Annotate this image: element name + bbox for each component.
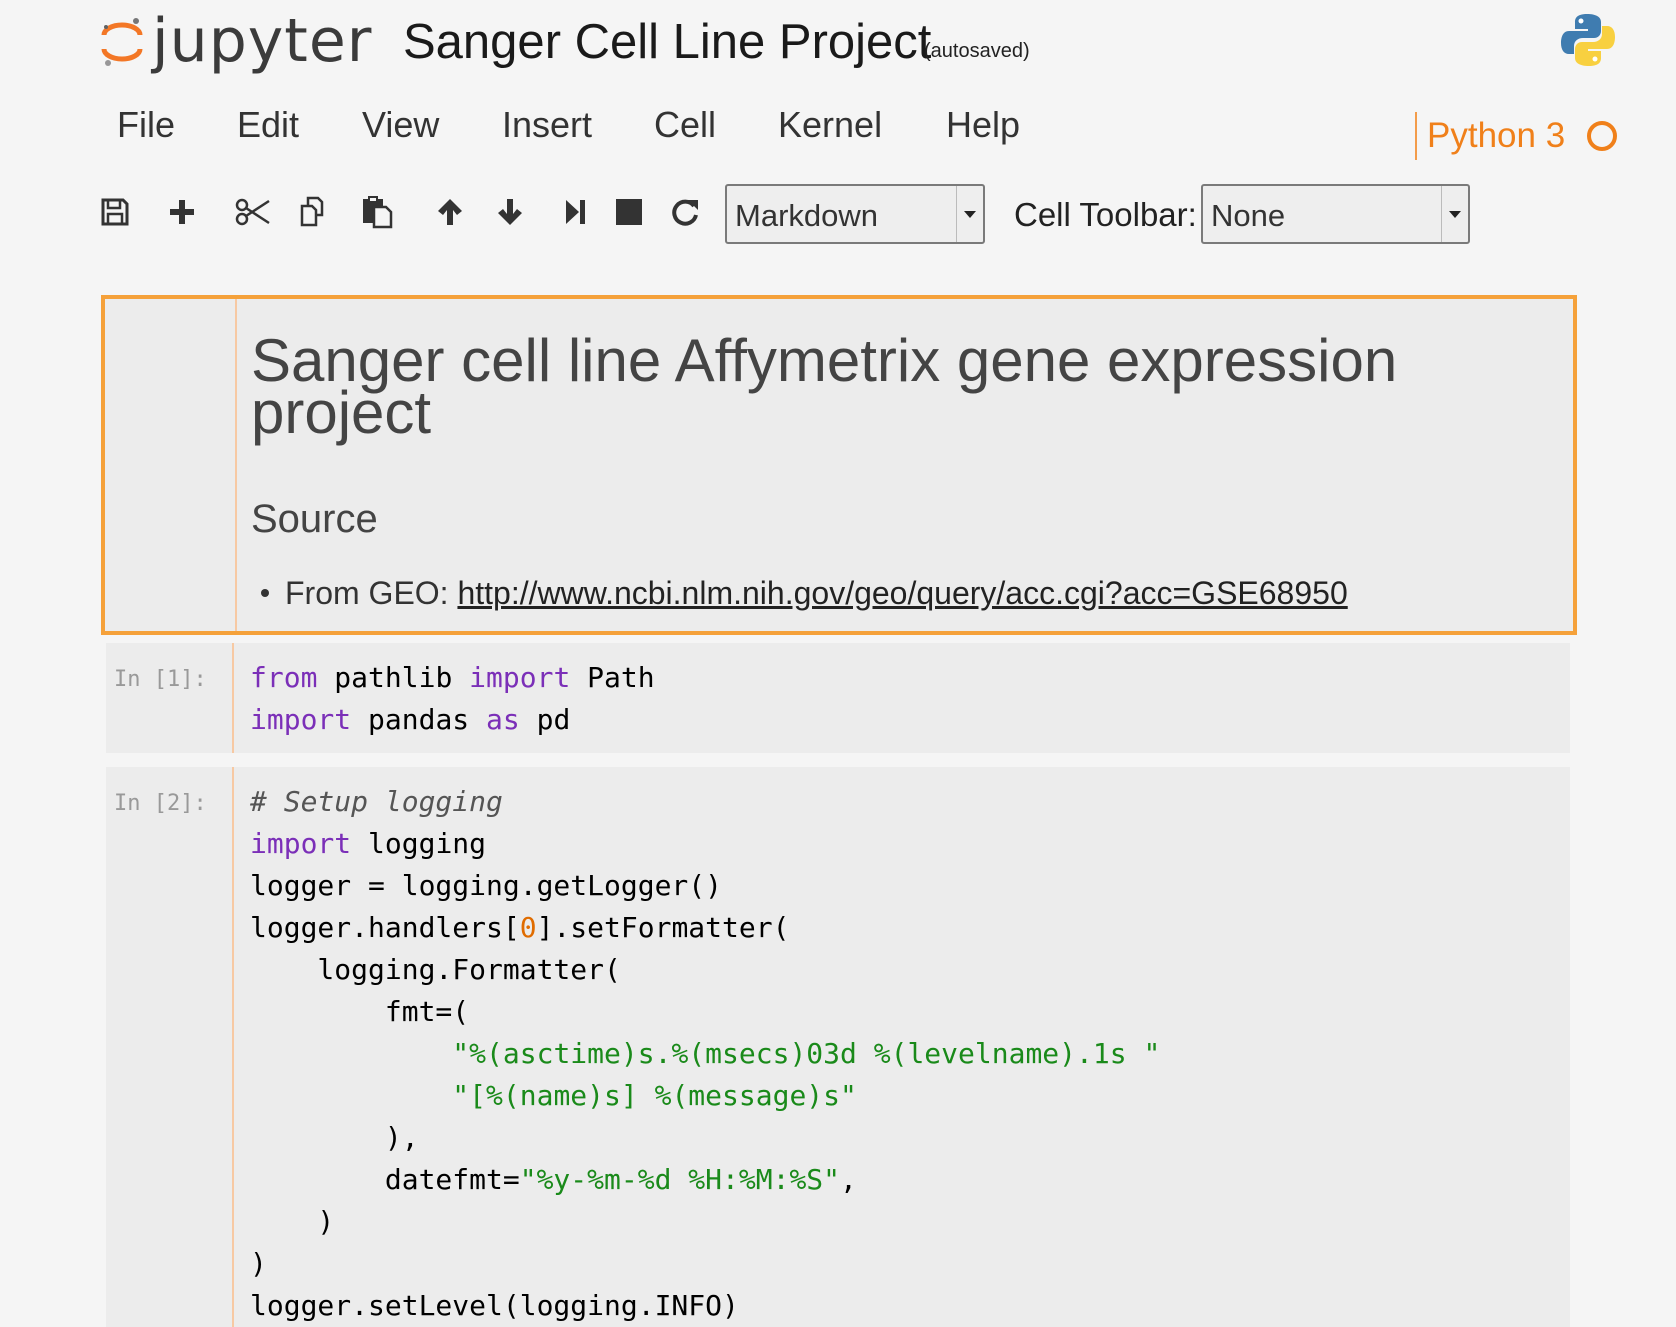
markdown-heading-2: Source <box>251 497 378 541</box>
move-down-button[interactable] <box>488 190 532 234</box>
bullet-icon <box>261 589 269 597</box>
header: jupyter Sanger Cell Line Project (autosa… <box>0 0 1676 100</box>
jupyter-wordmark: jupyter <box>152 6 373 76</box>
geo-link[interactable]: http://www.ncbi.nlm.nih.gov/geo/query/ac… <box>457 575 1347 611</box>
toolbar: Markdown Cell Toolbar: None <box>0 180 1676 250</box>
code-cell-1[interactable]: In [1]: from pathlib import Path import … <box>106 643 1570 753</box>
cell-toolbar-select[interactable]: None <box>1201 184 1470 244</box>
menu-view[interactable]: View <box>362 104 439 146</box>
restart-icon <box>672 199 698 226</box>
cell-toolbar-label: Cell Toolbar: <box>1014 196 1197 233</box>
menu-help[interactable]: Help <box>946 104 1020 146</box>
kernel-indicator[interactable]: Python 3 <box>1415 112 1618 160</box>
save-icon <box>101 198 129 226</box>
menu-edit[interactable]: Edit <box>237 104 299 146</box>
dropdown-arrow-icon <box>956 186 983 242</box>
arrow-down-icon <box>498 199 522 225</box>
scissors-icon <box>235 198 270 226</box>
cell-divider <box>232 643 234 753</box>
stop-icon <box>616 199 642 225</box>
cut-button[interactable] <box>231 190 275 234</box>
cell-divider <box>232 767 234 1327</box>
cell-toolbar-value: None <box>1211 198 1286 233</box>
jupyter-logo[interactable]: jupyter <box>100 6 372 76</box>
cell-type-select[interactable]: Markdown <box>725 184 985 244</box>
cell-type-value: Markdown <box>735 198 878 233</box>
code-cell-2[interactable]: In [2]: # Setup logging import logging l… <box>106 767 1570 1327</box>
copy-button[interactable] <box>293 190 337 234</box>
kernel-name: Python 3 <box>1427 116 1566 155</box>
input-prompt: In [1]: <box>114 667 207 692</box>
menu-file[interactable]: File <box>117 104 175 146</box>
interrupt-button[interactable] <box>607 190 651 234</box>
dropdown-arrow-icon <box>1441 186 1468 242</box>
step-forward-icon <box>566 200 585 224</box>
paste-button[interactable] <box>355 190 399 234</box>
insert-cell-button[interactable] <box>160 190 204 234</box>
restart-button[interactable] <box>663 190 707 234</box>
list-item-prefix: From GEO: <box>285 575 458 611</box>
move-up-button[interactable] <box>428 190 472 234</box>
markdown-cell[interactable]: Sanger cell line Affymetrix gene express… <box>101 295 1577 635</box>
kernel-idle-circle-icon <box>1587 121 1618 151</box>
plus-icon <box>170 200 194 224</box>
input-prompt: In [2]: <box>114 791 207 816</box>
paste-icon <box>363 196 393 229</box>
list-item: From GEO: http://www.ncbi.nlm.nih.gov/ge… <box>261 575 1348 612</box>
save-button[interactable] <box>93 190 137 234</box>
code-editor[interactable]: # Setup logging import logging logger = … <box>250 781 1160 1327</box>
jupyter-orbit-icon <box>101 18 143 66</box>
code-editor[interactable]: from pathlib import Path import pandas a… <box>250 657 655 741</box>
autosave-status: (autosaved) <box>924 40 1030 62</box>
cell-divider <box>235 299 237 631</box>
menu-insert[interactable]: Insert <box>502 104 592 146</box>
markdown-heading-1: Sanger cell line Affymetrix gene express… <box>251 327 1398 446</box>
python-logo-icon <box>1561 14 1615 66</box>
notebook-title[interactable]: Sanger Cell Line Project <box>403 14 931 70</box>
menu-cell[interactable]: Cell <box>654 104 716 146</box>
copy-icon <box>300 196 324 227</box>
menu-kernel[interactable]: Kernel <box>778 104 882 146</box>
arrow-up-icon <box>438 199 462 225</box>
run-button[interactable] <box>553 190 597 234</box>
